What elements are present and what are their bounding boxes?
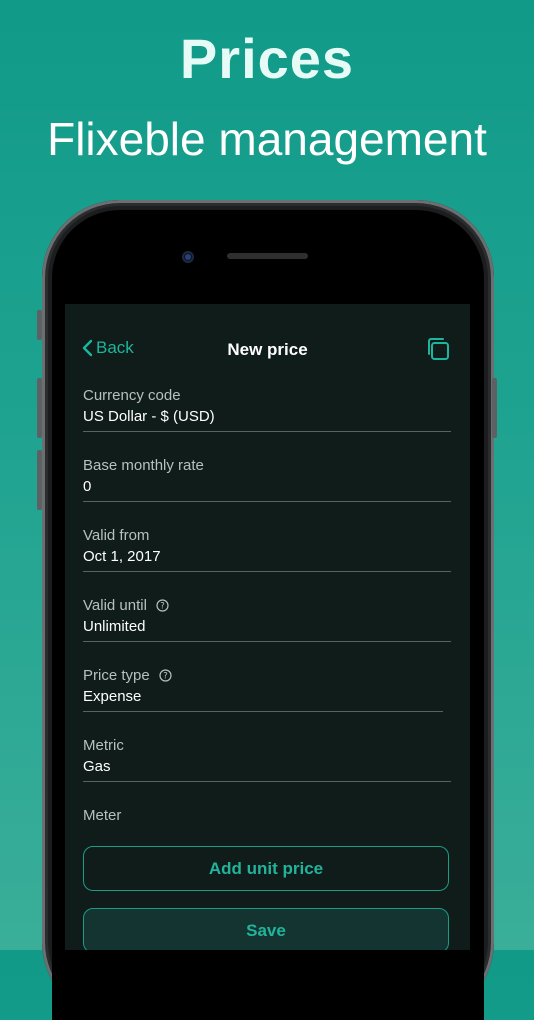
field-value: Gas [83,758,451,782]
app-screen: Back New price Currency code US Dollar -… [65,304,470,950]
copy-button[interactable] [425,336,451,367]
promo-title: Prices [179,27,355,90]
field-value: Unlimited [83,618,451,642]
base-monthly-rate-field[interactable]: Base monthly rate 0 [83,456,451,502]
side-button-mute [37,310,42,340]
field-label: Valid until [83,596,147,614]
field-label-row: Price type ? [83,666,443,684]
metric-field[interactable]: Metric Gas [83,736,451,782]
field-label: Price type [83,666,150,684]
navigation-bar: Back New price [65,304,470,394]
field-value: 0 [83,478,451,502]
valid-from-field[interactable]: Valid from Oct 1, 2017 [83,526,451,572]
side-button-power [492,378,497,438]
copy-icon [428,338,449,360]
currency-code-field[interactable]: Currency code US Dollar - $ (USD) [83,386,451,432]
valid-until-field[interactable]: Valid until ? Unlimited [83,596,451,642]
save-button[interactable]: Save [83,908,449,950]
svg-text:?: ? [163,671,168,681]
field-value: Oct 1, 2017 [83,548,451,572]
help-icon[interactable]: ? [156,598,169,612]
field-label: Currency code [83,386,181,404]
field-label: Base monthly rate [83,456,204,474]
side-button-volume-down [37,450,42,510]
front-camera [182,251,194,263]
field-label: Metric [83,736,124,754]
field-value: Expense [83,688,443,712]
help-icon[interactable]: ? [159,668,172,682]
field-label: Valid from [83,526,150,544]
meter-field[interactable]: Meter [83,806,451,851]
price-type-field[interactable]: Price type ? Expense [83,666,443,712]
promo-subtitle: Flixeble management [47,113,487,165]
field-value: US Dollar - $ (USD) [83,408,451,432]
field-label: Meter [83,806,122,824]
earpiece-speaker [227,253,308,259]
side-button-volume-up [37,378,42,438]
page-title: New price [227,340,308,359]
add-unit-price-button[interactable]: Add unit price [83,846,449,891]
field-label-row: Valid until ? [83,596,451,614]
svg-text:?: ? [160,601,165,611]
